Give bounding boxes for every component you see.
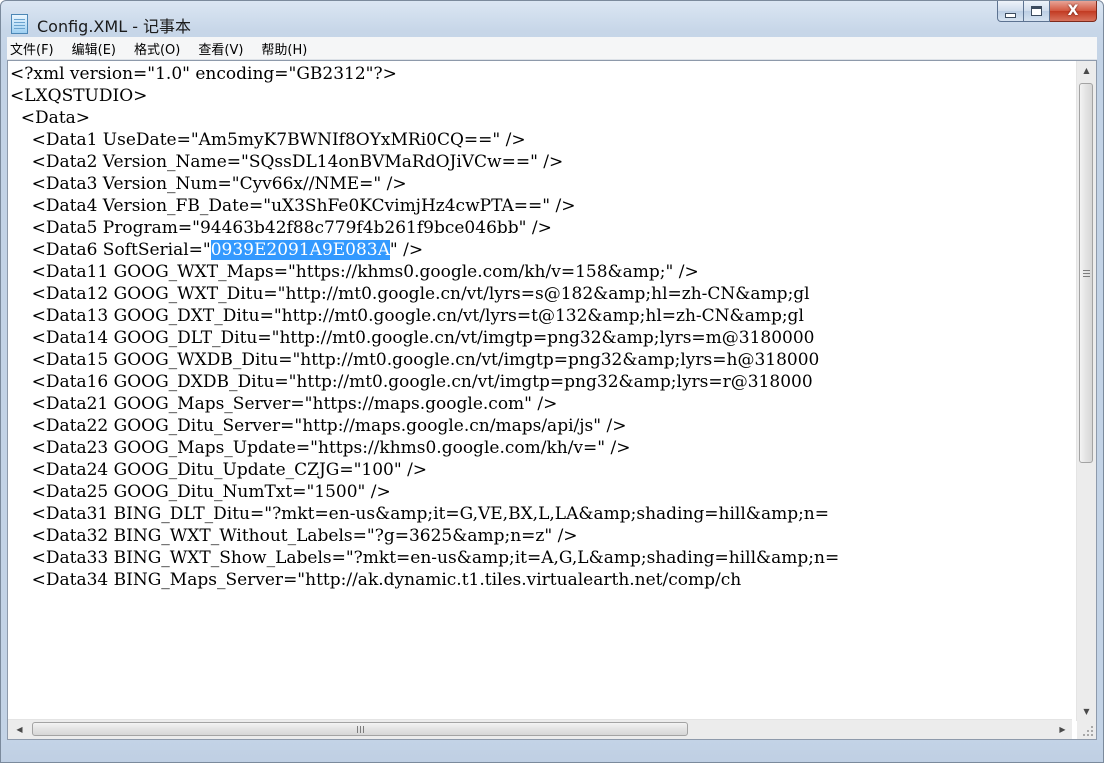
menu-bar: 文件(F) 编辑(E) 格式(O) 查看(V) 帮助(H) [7, 37, 1097, 60]
text-line: <Data32 BING_WXT_Without_Labels="?g=3625… [10, 526, 578, 546]
grip-icon [359, 725, 361, 733]
text-line: <Data16 GOOG_DXDB_Ditu="http://mt0.googl… [10, 372, 813, 392]
scroll-right-icon[interactable]: ▶ [1053, 720, 1072, 739]
text-line: <Data34 BING_Maps_Server="http://ak.dyna… [10, 570, 742, 590]
menu-view[interactable]: 查看(V) [192, 39, 249, 58]
text-line: <Data4 Version_FB_Date="uX3ShFe0KCvimjHz… [10, 196, 576, 216]
maximize-icon [1031, 6, 1042, 16]
notepad-window: Config.XML - 记事本 X 文件(F) 编辑(E) 格式(O) 查看(… [0, 0, 1104, 763]
text-line: <Data3 Version_Num="Cyv66x//NME=" /> [10, 174, 407, 194]
grip-icon [1082, 272, 1090, 274]
scroll-down-icon[interactable]: ▼ [1077, 702, 1096, 721]
menu-edit[interactable]: 编辑(E) [66, 39, 122, 58]
close-button[interactable]: X [1050, 1, 1097, 22]
scroll-up-icon[interactable]: ▲ [1077, 61, 1096, 80]
maximize-button[interactable] [1024, 1, 1050, 22]
text-line: <LXQSTUDIO> [10, 86, 148, 106]
horizontal-scroll-thumb[interactable] [32, 722, 688, 736]
menu-file[interactable]: 文件(F) [7, 39, 60, 58]
text-line: <Data31 BING_DLT_Ditu="?mkt=en-us&amp;it… [10, 504, 829, 524]
text-line: <Data5 Program="94463b42f88c779f4b261f9b… [10, 218, 552, 238]
text-line: <Data22 GOOG_Ditu_Server="http://maps.go… [10, 416, 627, 436]
vertical-scroll-thumb[interactable] [1079, 83, 1093, 463]
minimize-button[interactable] [997, 1, 1024, 22]
close-icon: X [1067, 3, 1079, 19]
menu-format[interactable]: 格式(O) [128, 39, 186, 58]
text-editor[interactable]: <?xml version="1.0" encoding="GB2312"?> … [7, 60, 1097, 740]
text-line: <?xml version="1.0" encoding="GB2312"?> [10, 64, 397, 84]
caption-buttons: X [997, 1, 1097, 23]
menu-help[interactable]: 帮助(H) [255, 39, 313, 58]
text-line: <Data33 BING_WXT_Show_Labels="?mkt=en-us… [10, 548, 840, 568]
scroll-left-icon[interactable]: ◀ [10, 720, 29, 739]
selected-text[interactable]: 0939E2091A9E083A [210, 240, 390, 260]
text-line: <Data15 GOOG_WXDB_Ditu="http://mt0.googl… [10, 350, 820, 370]
text-line: <Data13 GOOG_DXT_Ditu="http://mt0.google… [10, 306, 804, 326]
selection-prefix: <Data6 SoftSerial=" [10, 240, 211, 260]
text-line: <Data11 GOOG_WXT_Maps="https://khms0.goo… [10, 262, 699, 282]
selection-suffix: " /> [389, 240, 424, 260]
text-line: <Data23 GOOG_Maps_Update="https://khms0.… [10, 438, 631, 458]
vertical-scrollbar[interactable]: ▲ ▼ [1076, 61, 1096, 721]
window-bottom-frame [1, 741, 1103, 762]
minimize-icon [1005, 12, 1016, 18]
text-line: <Data24 GOOG_Ditu_Update_CZJG="100" /> [10, 460, 428, 480]
text-line: <Data1 UseDate="Am5myK7BWNIf8OYxMRi0CQ==… [10, 130, 526, 150]
text-line-selected: <Data6 SoftSerial="0939E2091A9E083A" /> [8, 239, 1072, 261]
text-line: <Data14 GOOG_DLT_Ditu="http://mt0.google… [10, 328, 815, 348]
window-title: Config.XML - 记事本 [37, 17, 192, 36]
text-content[interactable]: <?xml version="1.0" encoding="GB2312"?> … [8, 61, 1072, 723]
horizontal-scrollbar[interactable]: ◀ ▶ [8, 719, 1072, 739]
text-line: <Data> [10, 108, 91, 128]
text-line: <Data12 GOOG_WXT_Ditu="http://mt0.google… [10, 284, 810, 304]
resize-grip-icon[interactable] [1077, 720, 1096, 739]
notepad-app-icon[interactable] [11, 14, 28, 34]
text-line: <Data21 GOOG_Maps_Server="https://maps.g… [10, 394, 558, 414]
text-line: <Data2 Version_Name="SQssDL14onBVMaRdOJi… [10, 152, 564, 172]
text-line: <Data25 GOOG_Ditu_NumTxt="1500" /> [10, 482, 391, 502]
